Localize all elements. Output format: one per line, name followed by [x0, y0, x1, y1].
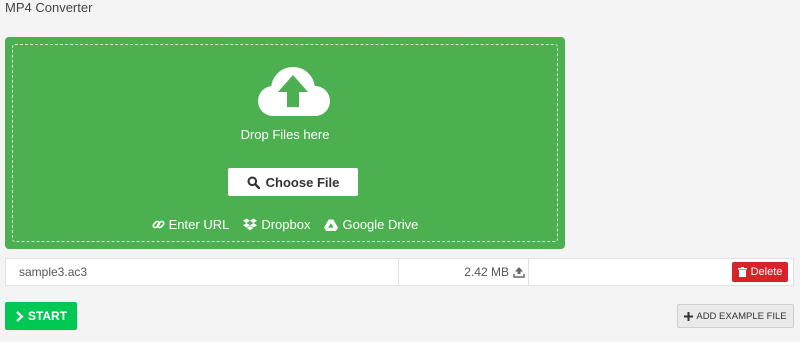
upload-icon	[513, 266, 525, 278]
add-example-file-label: ADD EXAMPLE FILE	[696, 310, 787, 322]
chevron-right-icon	[15, 310, 24, 322]
dropbox-icon	[243, 218, 258, 231]
choose-file-label: Choose File	[265, 174, 340, 190]
plus-icon	[684, 311, 694, 321]
delete-label: Delete	[750, 266, 783, 278]
link-icon	[152, 218, 165, 231]
enter-url-label: Enter URL	[168, 217, 230, 232]
drop-files-text: Drop Files here	[240, 127, 330, 142]
delete-button[interactable]: Delete	[732, 262, 788, 282]
google-drive-label: Google Drive	[342, 217, 419, 232]
drop-zone[interactable]: Drop Files here Choose File Enter URL Dr…	[5, 37, 565, 249]
trash-icon	[737, 267, 747, 277]
file-size-cell: 2.42 MB	[399, 259, 529, 285]
enter-url-link[interactable]: Enter URL	[152, 217, 230, 232]
upload-sources: Enter URL Dropbox Google Drive	[13, 217, 557, 232]
file-row: sample3.ac3 2.42 MB Delete	[5, 258, 794, 286]
add-example-file-button[interactable]: ADD EXAMPLE FILE	[677, 304, 794, 328]
cloud-upload-icon	[253, 65, 333, 121]
google-drive-link[interactable]: Google Drive	[324, 217, 418, 232]
file-name: sample3.ac3	[6, 259, 399, 285]
file-size: 2.42 MB	[464, 265, 509, 279]
page-title: MP4 Converter	[5, 0, 93, 15]
start-label: START	[27, 309, 68, 323]
search-icon	[247, 176, 260, 189]
choose-file-button[interactable]: Choose File	[228, 168, 358, 196]
drop-zone-border: Drop Files here Choose File Enter URL Dr…	[12, 44, 558, 242]
start-button[interactable]: START	[5, 302, 77, 330]
page: MP4 Converter Drop Files here Choose Fil…	[0, 0, 800, 342]
google-drive-icon	[324, 219, 339, 231]
dropbox-label: Dropbox	[261, 217, 311, 232]
dropbox-link[interactable]: Dropbox	[243, 217, 310, 232]
